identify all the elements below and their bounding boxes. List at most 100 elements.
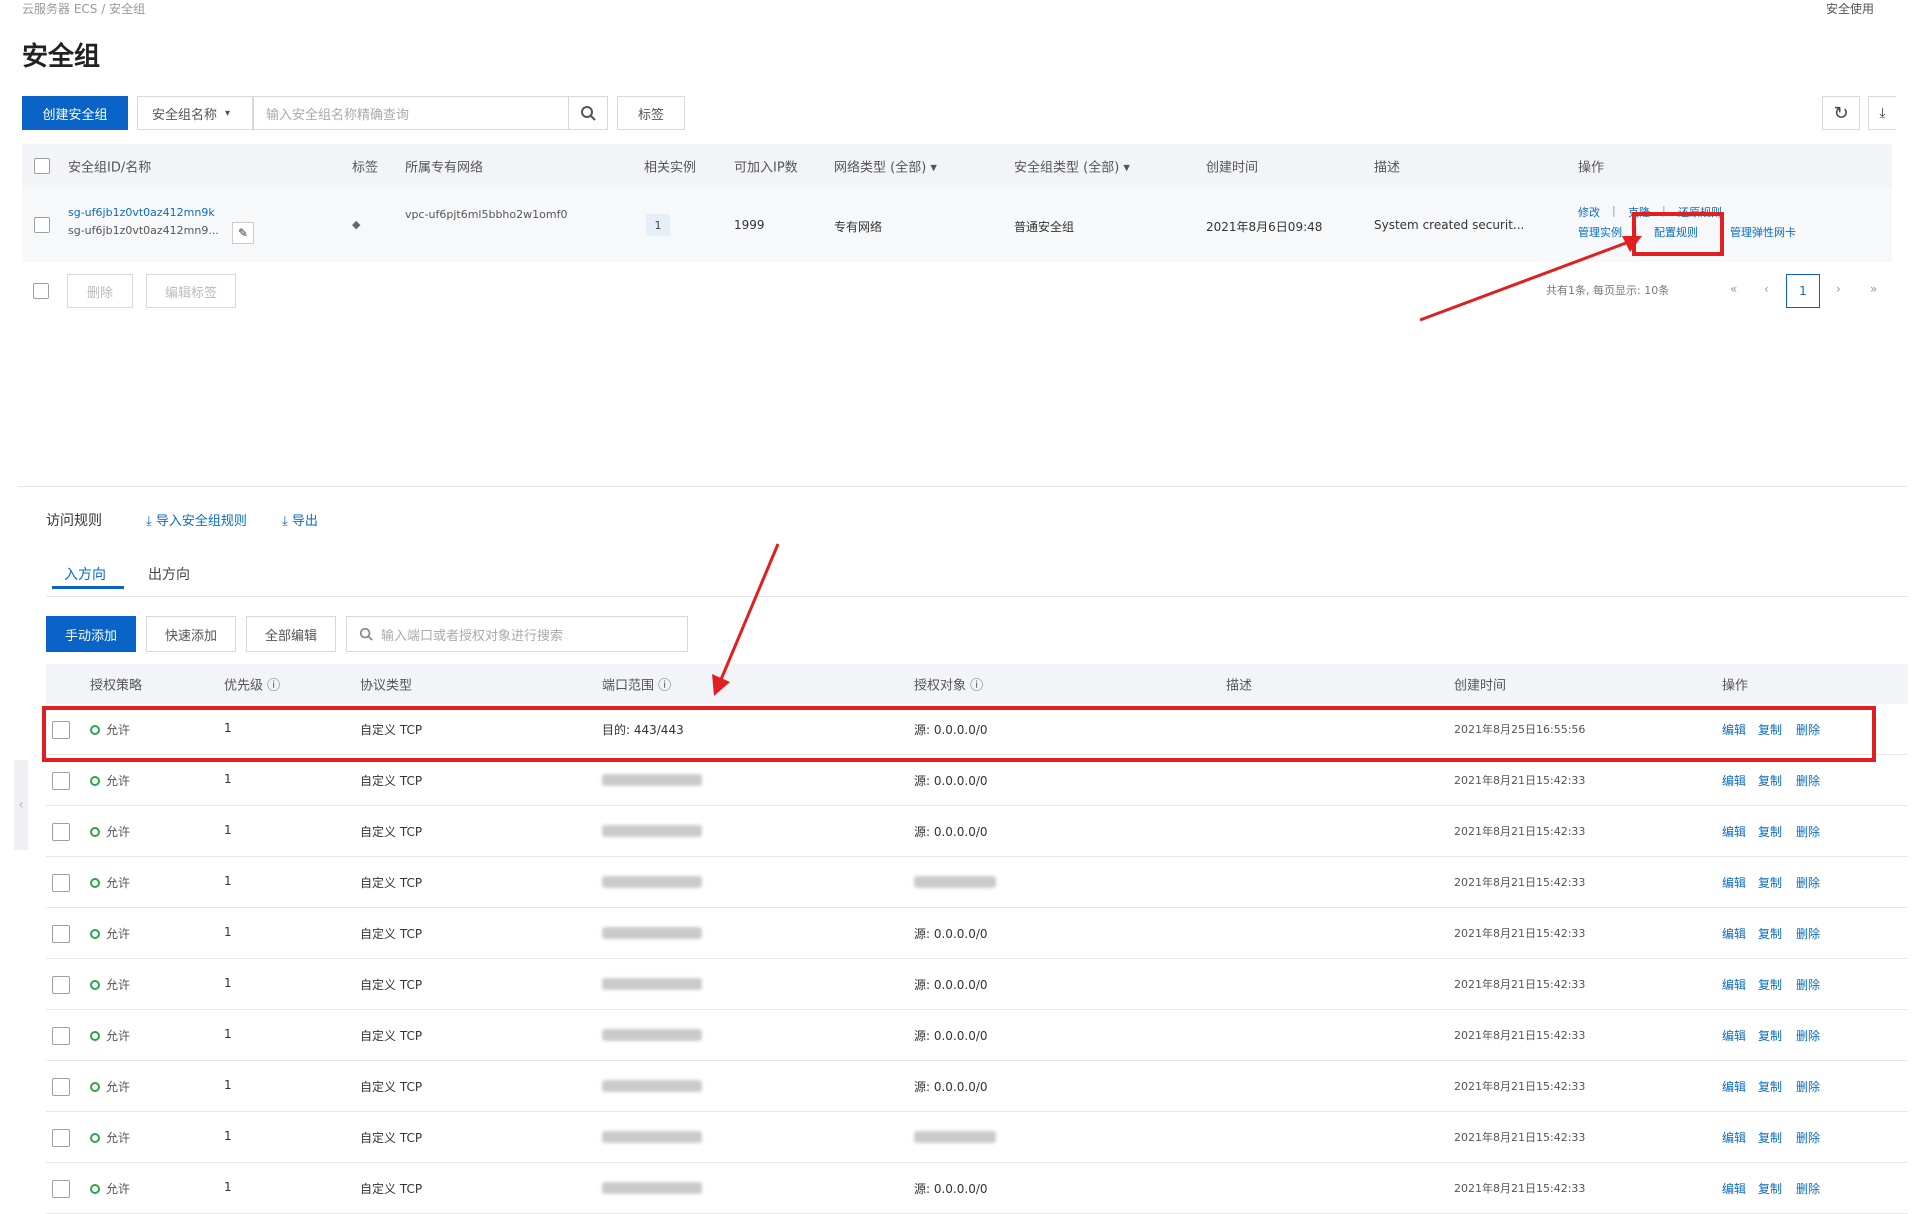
rule-copy-link[interactable]: 复制 [1758,874,1782,891]
rule-copy-link[interactable]: 复制 [1758,823,1782,840]
rule-checkbox[interactable] [52,1180,70,1198]
instances-count-badge[interactable]: 1 [646,214,670,236]
vpc-id[interactable]: vpc-uf6pjt6ml5bbho2w1omf0 [405,208,567,221]
download-button[interactable]: ⤓ [1868,96,1896,130]
select-all-checkbox[interactable] [34,158,50,174]
search-input[interactable]: 输入安全组名称精确查询 [253,96,569,130]
rule-delete-link[interactable]: 删除 [1796,1078,1820,1095]
batch-edit-tags-button[interactable]: 编辑标签 [146,274,236,308]
export-link[interactable]: ⤓ 导出 [282,510,318,529]
rule-checkbox[interactable] [52,1129,70,1147]
import-rules-link[interactable]: ⤓ 导入安全组规则 [146,510,247,529]
rule-edit-link[interactable]: 编辑 [1722,1180,1746,1197]
create-security-group-button[interactable]: 创建安全组 [22,96,128,130]
info-icon[interactable]: ⓘ [970,679,983,694]
ip-count: 1999 [734,218,765,232]
rule-policy-text: 允许 [106,1029,131,1043]
tag-icon[interactable]: ◆ [352,218,360,231]
breadcrumb[interactable]: 云服务器 ECS / 安全组 [22,0,145,17]
rule-row: 允许 1 自定义 TCP 2021年8月21日15:42:33 编辑 复制 删除 [46,857,1908,908]
refresh-button[interactable]: ↻ [1822,96,1860,130]
rule-delete-link[interactable]: 删除 [1796,1180,1820,1197]
redacted-port [602,774,702,786]
rule-checkbox[interactable] [52,976,70,994]
rule-checkbox[interactable] [52,1078,70,1096]
rule-copy-link[interactable]: 复制 [1758,772,1782,789]
caret-down-icon: ▾ [1123,160,1130,176]
info-icon[interactable]: ⓘ [658,679,671,694]
rule-delete-link[interactable]: 删除 [1796,772,1820,789]
modify-link[interactable]: 修改 [1578,204,1600,220]
export-icon: ⤓ [282,514,288,529]
rule-policy: 允许 [90,772,130,789]
rule-copy-link[interactable]: 复制 [1758,925,1782,942]
tag-button[interactable]: 标签 [617,96,685,130]
filter-select[interactable]: 安全组名称 ▾ [137,96,253,130]
rule-delete-link[interactable]: 删除 [1796,1129,1820,1146]
tab-outbound[interactable]: 出方向 [148,564,190,584]
rule-created: 2021年8月21日15:42:33 [1454,1131,1586,1144]
page-title: 安全组 [22,42,101,72]
search-button[interactable] [568,96,608,130]
col-ip-count: 可加入IP数 [734,160,798,176]
rule-checkbox[interactable] [52,772,70,790]
rule-checkbox[interactable] [52,1027,70,1045]
last-page-icon[interactable]: » [1870,282,1877,296]
col-sg-type[interactable]: 安全组类型 (全部) ▾ [1014,157,1130,176]
rule-copy-link[interactable]: 复制 [1758,1078,1782,1095]
collapse-handle[interactable]: ‹ [14,760,28,850]
rule-priority: 1 [224,772,232,786]
prev-page-icon[interactable]: ‹ [1764,282,1769,296]
manual-add-button[interactable]: 手动添加 [46,616,136,652]
col-rule-desc: 描述 [1226,678,1253,694]
rule-delete-link[interactable]: 删除 [1796,823,1820,840]
redacted-port [602,876,702,888]
rule-edit-link[interactable]: 编辑 [1722,1078,1746,1095]
rule-copy-link[interactable]: 复制 [1758,976,1782,993]
rule-source: 源: 0.0.0.0/0 [914,1029,988,1043]
batch-select-checkbox[interactable] [33,283,49,299]
rule-source: 源: 0.0.0.0/0 [914,978,988,992]
rule-delete-link[interactable]: 删除 [1796,925,1820,942]
rules-search-input[interactable]: 输入端口或者授权对象进行搜索 [346,616,688,652]
rule-policy: 允许 [90,874,130,891]
current-page[interactable]: 1 [1786,274,1820,308]
next-page-icon[interactable]: › [1836,282,1841,296]
rule-copy-link[interactable]: 复制 [1758,1129,1782,1146]
rule-edit-link[interactable]: 编辑 [1722,976,1746,993]
rules-table-body: 允许 1 自定义 TCP 目的: 443/443 源: 0.0.0.0/0 20… [46,704,1908,1214]
batch-delete-button[interactable]: 删除 [67,274,133,308]
rule-edit-link[interactable]: 编辑 [1722,1027,1746,1044]
rule-created: 2021年8月21日15:42:33 [1454,774,1586,787]
rule-copy-link[interactable]: 复制 [1758,1180,1782,1197]
sg-id-link[interactable]: sg-uf6jb1z0vt0az412mn9k [68,206,215,219]
rule-edit-link[interactable]: 编辑 [1722,1129,1746,1146]
col-port: 端口范围 ⓘ [602,675,671,694]
row-checkbox[interactable] [34,217,50,233]
rule-delete-link[interactable]: 删除 [1796,976,1820,993]
info-icon[interactable]: ⓘ [267,679,280,694]
tab-inbound[interactable]: 入方向 [64,564,106,584]
rule-edit-link[interactable]: 编辑 [1722,925,1746,942]
edit-all-button[interactable]: 全部编辑 [246,616,336,652]
rule-copy-link[interactable]: 复制 [1758,1027,1782,1044]
rule-checkbox[interactable] [52,874,70,892]
rule-checkbox[interactable] [52,823,70,841]
rule-source: 源: 0.0.0.0/0 [914,825,988,839]
col-network-type[interactable]: 网络类型 (全部) ▾ [834,157,937,176]
check-circle-icon [90,1031,100,1041]
quick-add-button[interactable]: 快速添加 [146,616,236,652]
first-page-icon[interactable]: « [1730,282,1737,296]
rule-edit-link[interactable]: 编辑 [1722,772,1746,789]
edit-name-icon[interactable]: ✎ [232,222,254,244]
rule-checkbox[interactable] [52,925,70,943]
manage-eni-link[interactable]: 管理弹性网卡 [1730,224,1796,240]
rule-protocol: 自定义 TCP [360,825,423,839]
redacted-source [914,1131,996,1143]
redacted-port [602,978,702,990]
rule-edit-link[interactable]: 编辑 [1722,823,1746,840]
rule-delete-link[interactable]: 删除 [1796,1027,1820,1044]
rule-delete-link[interactable]: 删除 [1796,874,1820,891]
top-right-link[interactable]: 安全使用 [1826,0,1874,17]
rule-edit-link[interactable]: 编辑 [1722,874,1746,891]
